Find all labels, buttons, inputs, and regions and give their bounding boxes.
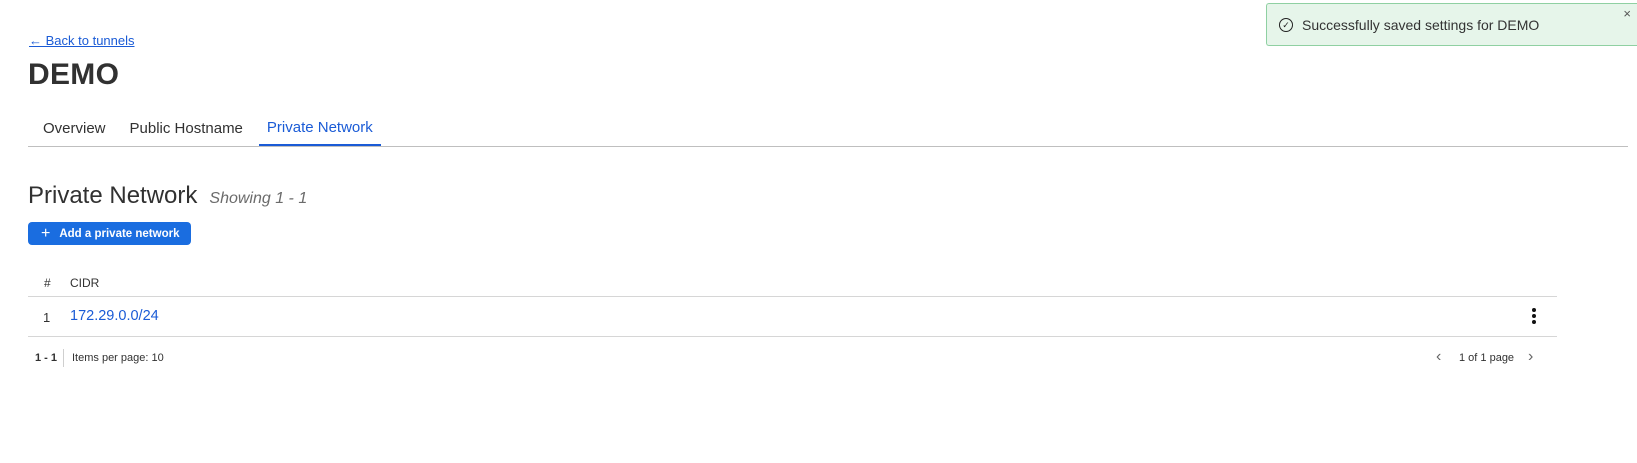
close-icon[interactable]: ×	[1623, 6, 1631, 21]
column-header-index: #	[44, 276, 51, 290]
tab-bar: Overview Public Hostname Private Network	[28, 112, 1628, 147]
tab-public-hostname[interactable]: Public Hostname	[122, 112, 251, 146]
tab-private-network[interactable]: Private Network	[258, 112, 381, 146]
chevron-left-icon[interactable]: ‹	[1436, 348, 1441, 366]
table-row: 1 172.29.0.0/24	[28, 297, 1557, 337]
showing-count: Showing 1 - 1	[209, 190, 308, 207]
section-header: Private Network Showing 1 - 1	[28, 182, 307, 210]
row-index: 1	[43, 310, 51, 325]
page-title: DEMO	[28, 58, 120, 91]
plus-icon: +	[41, 224, 51, 242]
page-info: 1 of 1 page	[1459, 352, 1515, 364]
section-title: Private Network	[28, 182, 198, 209]
pagination-divider	[63, 349, 64, 367]
table-header: # CIDR	[28, 268, 1557, 297]
add-private-network-button[interactable]: + Add a private network	[28, 222, 191, 245]
column-header-cidr: CIDR	[70, 276, 100, 290]
cidr-link[interactable]: 172.29.0.0/24	[70, 308, 159, 324]
kebab-menu-icon[interactable]	[1531, 308, 1537, 326]
private-network-table: # CIDR 1 172.29.0.0/24	[28, 268, 1557, 337]
items-per-page[interactable]: Items per page: 10	[72, 352, 164, 364]
add-button-label: Add a private network	[59, 227, 180, 240]
tab-overview[interactable]: Overview	[35, 112, 114, 146]
chevron-right-icon[interactable]: ›	[1528, 348, 1533, 366]
pagination: 1 - 1 Items per page: 10 ‹ 1 of 1 page ›	[28, 348, 1557, 368]
success-toast: ✓ Successfully saved settings for DEMO ×	[1266, 3, 1637, 46]
check-circle-icon: ✓	[1279, 18, 1293, 32]
toast-message: Successfully saved settings for DEMO	[1302, 17, 1540, 33]
back-to-tunnels-link[interactable]: ← Back to tunnels	[29, 33, 135, 48]
pagination-range: 1 - 1	[35, 352, 58, 364]
